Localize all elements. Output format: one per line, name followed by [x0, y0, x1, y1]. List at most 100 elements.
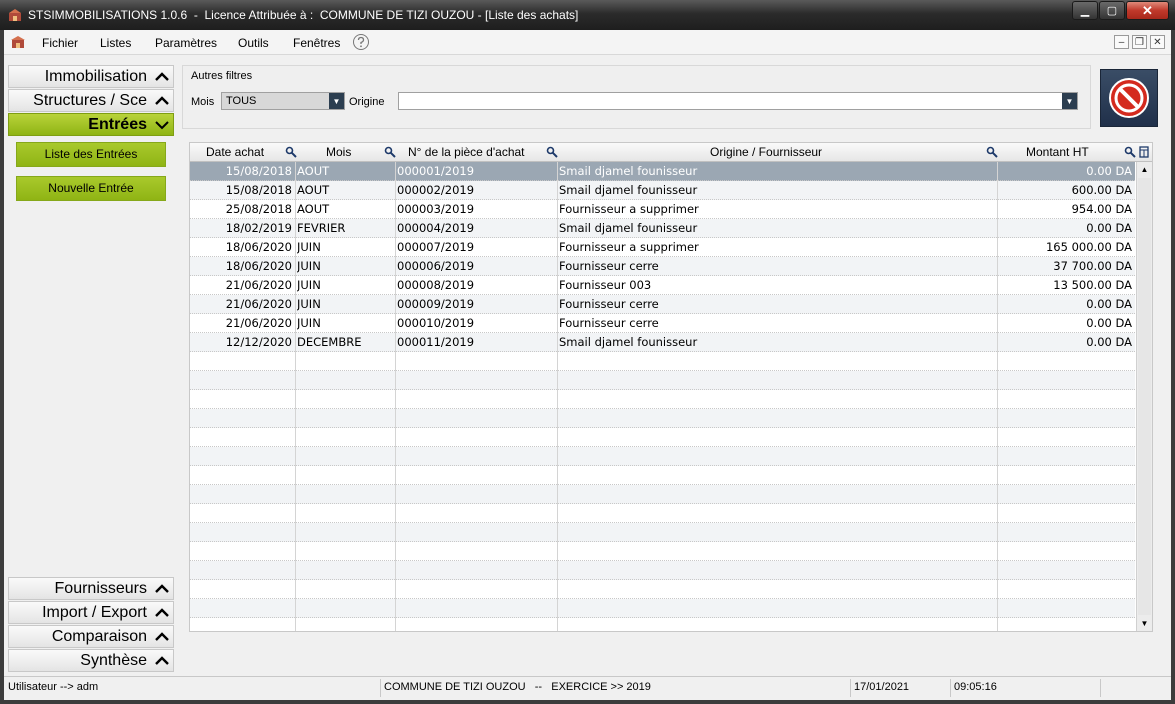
cell-date: 18/06/2020: [225, 240, 292, 254]
cell-piece: 000011/2019: [397, 335, 475, 349]
sidebar-section-comparaison[interactable]: Comparaison: [8, 625, 174, 648]
sidebar-section-fournisseurs[interactable]: Fournisseurs: [8, 577, 174, 600]
cell-montant: 165 000.00 DA: [1045, 240, 1132, 254]
search-icon[interactable]: [986, 146, 998, 158]
table-row[interactable]: 25/08/2018 AOUT 000003/2019 Fournisseur a s…: [190, 200, 1135, 219]
sidebar-section-synthese[interactable]: Synthèse: [8, 649, 174, 672]
empty-table-row: [190, 504, 1135, 523]
cell-origine: Fournisseur cerre: [559, 259, 659, 273]
sidebar-section-immobilisation[interactable]: Immobilisation: [8, 65, 174, 88]
cell-mois: JUIN: [297, 240, 321, 254]
maximize-button[interactable]: ▢: [1099, 1, 1125, 20]
status-bar: Utilisateur --> adm COMMUNE DE TIZI OUZO…: [4, 676, 1171, 698]
mois-label: Mois: [191, 96, 215, 108]
liste-des-entrees-button[interactable]: Liste des Entrées: [16, 142, 166, 167]
cell-piece: 000003/2019: [397, 202, 475, 216]
cell-origine: Fournisseur cerre: [559, 316, 659, 330]
cell-piece: 000002/2019: [397, 183, 475, 197]
sidebar-section-import-export[interactable]: Import / Export: [8, 601, 174, 624]
cell-date: 15/08/2018: [225, 183, 292, 197]
search-icon[interactable]: [1124, 146, 1136, 158]
scroll-down-arrow-icon[interactable]: ▼: [1137, 616, 1152, 631]
menu-fenetres[interactable]: Fenêtres: [293, 36, 340, 50]
chevron-up-icon: [155, 608, 169, 617]
menu-fichier[interactable]: Fichier: [42, 36, 78, 50]
column-header-origine[interactable]: Origine / Fournisseur: [558, 143, 998, 162]
table-row[interactable]: 21/06/2020 JUIN 000010/2019 Fournisseur cer…: [190, 314, 1135, 333]
table-row[interactable]: 12/12/2020 DECEMBRE 000011/2019 Smail djame…: [190, 333, 1135, 352]
no-entry-icon: [1109, 78, 1149, 118]
empty-table-row: [190, 371, 1135, 390]
menu-parametres[interactable]: Paramètres: [155, 36, 217, 50]
purchases-table: Date achat Mois N° de la pièce d'achat O…: [189, 142, 1153, 632]
dropdown-arrow-icon[interactable]: ▼: [329, 93, 344, 109]
filters-legend: Autres filtres: [191, 70, 253, 82]
cell-date: 15/08/2018: [225, 164, 292, 178]
vertical-scrollbar[interactable]: ▲ ▼: [1136, 162, 1152, 631]
help-icon[interactable]: [352, 33, 370, 51]
column-header-label: Origine / Fournisseur: [710, 145, 823, 159]
cell-piece: 000010/2019: [397, 316, 475, 330]
sidebar-section-label: Comparaison: [51, 628, 147, 645]
mdi-minimize-button[interactable]: –: [1114, 35, 1129, 49]
scroll-up-arrow-icon[interactable]: ▲: [1137, 162, 1152, 177]
empty-table-row: [190, 409, 1135, 428]
column-divider: [557, 162, 558, 631]
sidebar-section-label: Import / Export: [42, 604, 147, 621]
cell-date: 12/12/2020: [225, 335, 292, 349]
cell-mois: JUIN: [297, 297, 321, 311]
table-row[interactable]: 18/02/2019 FEVRIER 000004/2019 Smail djamel…: [190, 219, 1135, 238]
sidebar-section-label: Immobilisation: [44, 68, 147, 85]
table-row[interactable]: 15/08/2018 AOUT 000002/2019 Smail djamel fo…: [190, 181, 1135, 200]
column-header-mois[interactable]: Mois: [296, 143, 396, 162]
column-header-date[interactable]: Date achat: [190, 143, 297, 162]
cell-origine: Fournisseur cerre: [559, 297, 659, 311]
cell-piece: 000007/2019: [397, 240, 475, 254]
column-divider: [997, 162, 998, 631]
mdi-restore-button[interactable]: ❐: [1132, 35, 1147, 49]
cell-mois: AOUT: [297, 164, 330, 178]
mois-select[interactable]: TOUS ▼: [221, 92, 345, 110]
column-picker-icon[interactable]: [1138, 146, 1150, 158]
table-row[interactable]: 21/06/2020 JUIN 000009/2019 Fournisseur cer…: [190, 295, 1135, 314]
empty-table-row: [190, 485, 1135, 504]
dropdown-arrow-icon[interactable]: ▼: [1062, 93, 1077, 109]
close-button[interactable]: ✕: [1126, 1, 1169, 20]
column-header-montant[interactable]: Montant HT: [998, 143, 1152, 162]
sidebar-section-structures[interactable]: Structures / Sce: [8, 89, 174, 112]
menu-outils[interactable]: Outils: [238, 36, 269, 50]
origine-label: Origine: [349, 96, 385, 108]
cell-origine: Smail djamel founisseur: [559, 221, 698, 235]
cell-date: 21/06/2020: [225, 297, 292, 311]
menu-listes[interactable]: Listes: [100, 36, 131, 50]
sidebar-section-label: Synthèse: [80, 652, 147, 669]
table-row[interactable]: 21/06/2020 JUIN 000008/2019 Fournisseur 003…: [190, 276, 1135, 295]
table-header: Date achat Mois N° de la pièce d'achat O…: [190, 143, 1152, 162]
cancel-filter-button[interactable]: [1100, 69, 1158, 127]
search-icon[interactable]: [384, 146, 396, 158]
nouvelle-entree-button[interactable]: Nouvelle Entrée: [16, 176, 166, 201]
empty-table-row: [190, 352, 1135, 371]
minimize-button[interactable]: ▁: [1072, 1, 1098, 20]
status-separator: [850, 679, 851, 697]
table-row[interactable]: 15/08/2018 AOUT 000001/2019 Smail djamel fo…: [190, 162, 1135, 181]
app-menu-icon[interactable]: [10, 35, 26, 49]
empty-table-row: [190, 599, 1135, 618]
column-header-label: N° de la pièce d'achat: [408, 145, 525, 159]
cell-origine: Smail djamel founisseur: [559, 335, 698, 349]
empty-table-row: [190, 390, 1135, 409]
table-row[interactable]: 18/06/2020 JUIN 000007/2019 Fournisseur a s…: [190, 238, 1135, 257]
cell-date: 21/06/2020: [225, 316, 292, 330]
column-header-piece[interactable]: N° de la pièce d'achat: [396, 143, 558, 162]
mdi-close-button[interactable]: ✕: [1150, 35, 1165, 49]
scrollbar-thumb[interactable]: [1138, 178, 1151, 615]
title-bar: STSIMMOBILISATIONS 1.0.6 - Licence Attri…: [0, 0, 1175, 30]
sidebar-section-label: Fournisseurs: [54, 580, 147, 597]
sidebar-section-entrees[interactable]: Entrées: [8, 113, 174, 136]
cell-montant: 0.00 DA: [1086, 164, 1132, 178]
app-logo-icon: [9, 9, 21, 21]
origine-select[interactable]: ▼: [398, 92, 1078, 110]
table-row[interactable]: 18/06/2020 JUIN 000006/2019 Fournisseur cer…: [190, 257, 1135, 276]
column-header-label: Montant HT: [1026, 145, 1089, 159]
search-icon[interactable]: [546, 146, 558, 158]
